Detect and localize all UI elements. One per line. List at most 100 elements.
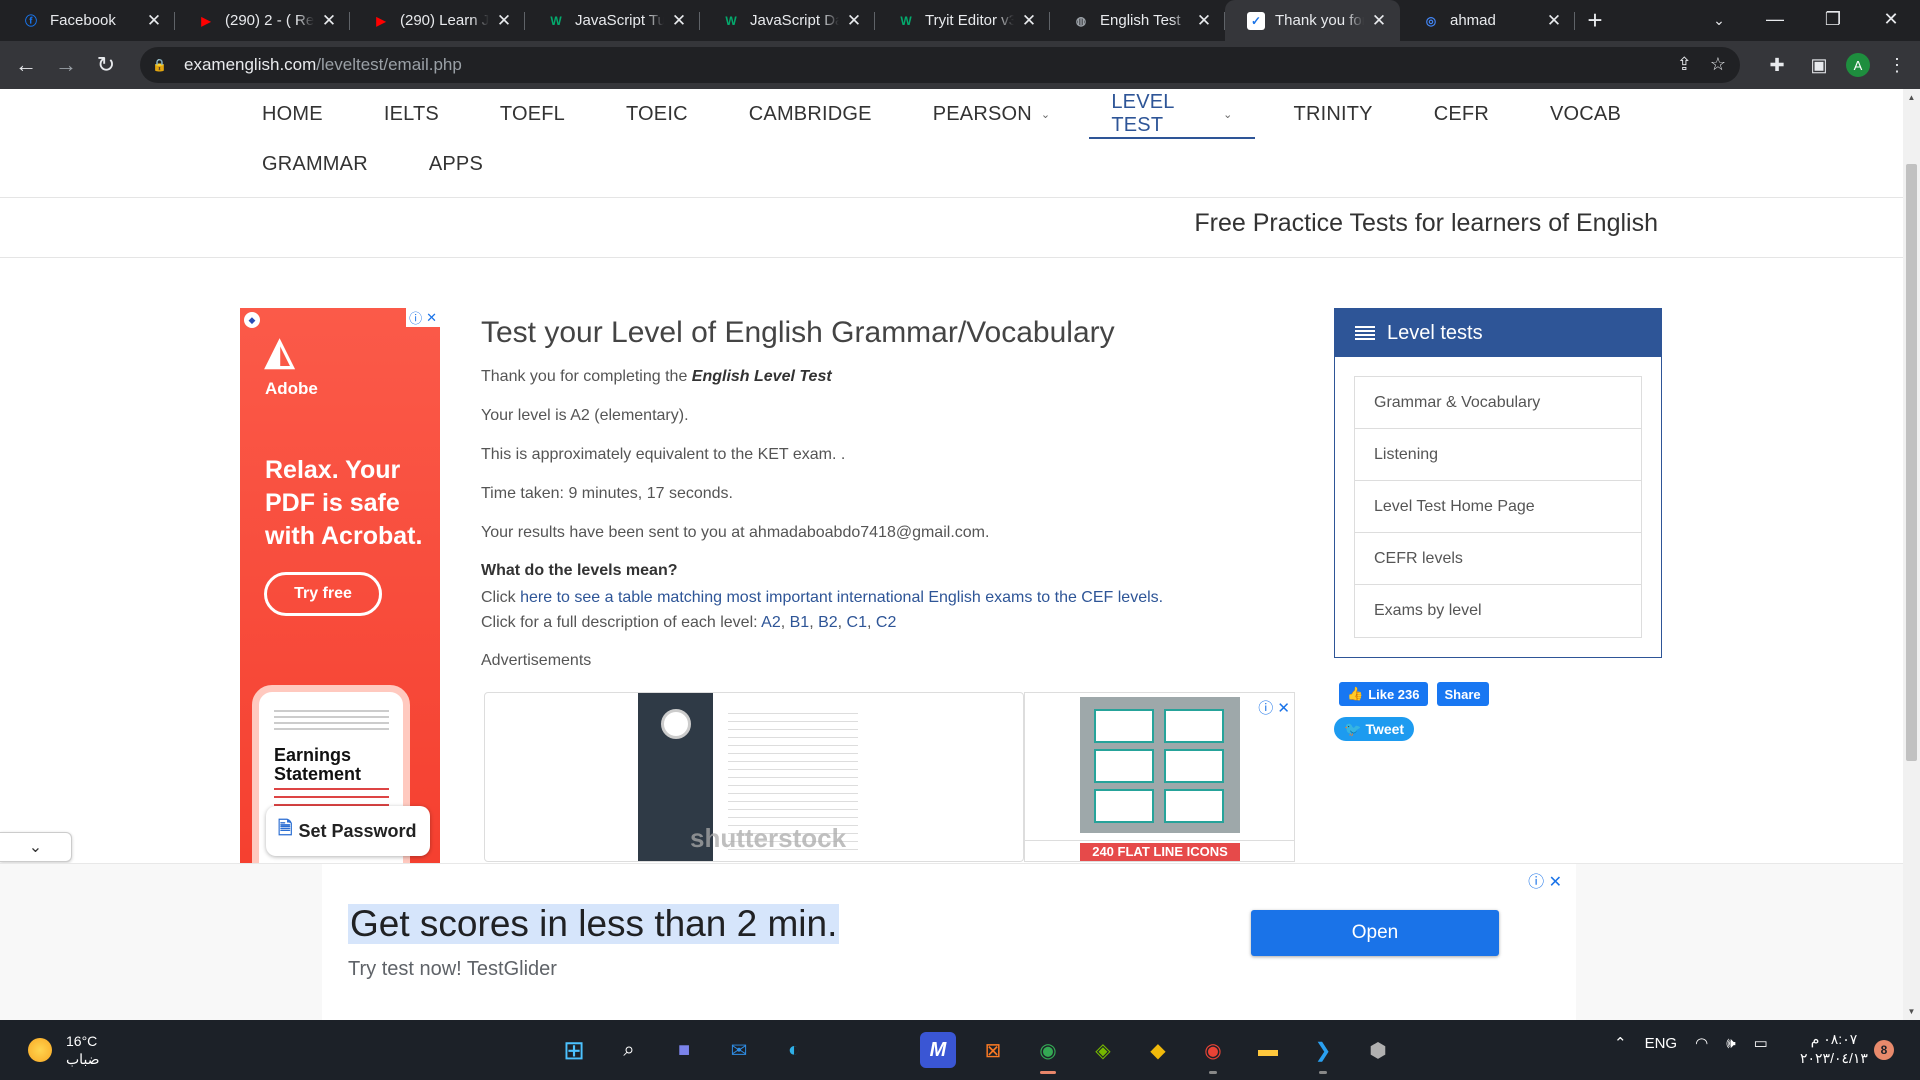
wifi-icon[interactable]: ◠ [1695, 1034, 1708, 1052]
browser-tab[interactable]: ◎ ahmad ✕ [1400, 0, 1575, 41]
scroll-down-icon[interactable]: ▼ [1903, 1003, 1920, 1020]
profile-avatar[interactable]: A [1846, 53, 1870, 77]
level-link-b2[interactable]: B2 [818, 614, 838, 631]
sidebar-item-listening[interactable]: Listening [1355, 429, 1641, 481]
cef-table-link[interactable]: here to see a table matching most import… [520, 589, 1163, 606]
ad-close-icon[interactable]: ✕ [1277, 700, 1290, 717]
sidebar-item-level-test-home-page[interactable]: Level Test Home Page [1355, 481, 1641, 533]
ad-close-icon[interactable]: ✕ [1549, 874, 1562, 891]
ad-choices[interactable]: ⓘ ✕ [406, 308, 440, 327]
back-icon[interactable]: ← [6, 45, 46, 85]
minimize-icon[interactable]: — [1746, 0, 1804, 38]
nav-cefr[interactable]: CEFR [1412, 89, 1511, 139]
level-link-c1[interactable]: C1 [847, 614, 867, 631]
close-tab-icon[interactable]: ✕ [145, 11, 163, 31]
try-free-button[interactable]: Try free [264, 572, 382, 616]
fb-share-button[interactable]: Share [1436, 682, 1489, 706]
ad-info-icon[interactable]: ⓘ [409, 308, 422, 327]
nav-grammar[interactable]: GRAMMAR [240, 139, 390, 189]
browser-tab[interactable]: ▶ (290) Learn Java ✕ [350, 0, 525, 41]
level-link-c2[interactable]: C2 [876, 614, 896, 631]
ad-info-icon[interactable]: ⓘ [1258, 700, 1273, 717]
notification-badge[interactable]: 8 [1874, 1040, 1894, 1060]
nav-home[interactable]: HOME [240, 89, 345, 139]
nav-pearson[interactable]: PEARSON ⌄ [911, 89, 1073, 139]
nvidia-icon[interactable]: ◈ [1085, 1032, 1121, 1068]
sidebar-item-cefr-levels[interactable]: CEFR levels [1355, 533, 1641, 585]
restore-icon[interactable]: ❐ [1804, 0, 1862, 38]
windows-start-icon[interactable]: ⊞ [556, 1032, 592, 1068]
bookmark-star-icon[interactable]: ☆ [1710, 54, 1726, 75]
scrollbar-thumb[interactable] [1906, 164, 1917, 761]
clock[interactable]: ٠٨:٠٧ م ٢٠٢٣/٠٤/١٣ [1800, 1030, 1868, 1068]
resume-template-ad[interactable]: shutterstock [484, 692, 1024, 862]
ad-choices[interactable]: ⓘ ✕ [1258, 697, 1290, 718]
weather-widget[interactable]: 16°C ضباب [28, 1032, 100, 1068]
scroll-up-icon[interactable]: ▲ [1903, 89, 1920, 106]
teams-chat-icon[interactable]: ■ [666, 1032, 702, 1068]
language-indicator[interactable]: ENG [1645, 1035, 1678, 1052]
nav-vocab[interactable]: VOCAB [1528, 89, 1643, 139]
mathway-icon[interactable]: M [920, 1032, 956, 1068]
close-tab-icon[interactable]: ✕ [845, 11, 863, 31]
tweet-button[interactable]: 🐦 Tweet [1334, 717, 1415, 741]
page-scrollbar[interactable]: ▲ ▼ [1903, 89, 1920, 1020]
sidebar-item-exams-by-level[interactable]: Exams by level [1355, 585, 1641, 637]
line-icons-ad[interactable]: ⓘ ✕ [1024, 692, 1295, 842]
close-tab-icon[interactable]: ✕ [1020, 11, 1038, 31]
chrome-profile-icon[interactable]: ◉ [1195, 1032, 1231, 1074]
fb-like-button[interactable]: 👍 Like 236 [1339, 682, 1428, 706]
browser-tab[interactable]: W Tryit Editor v3. ✕ [875, 0, 1050, 41]
nav-ielts[interactable]: IELTS [362, 89, 461, 139]
close-tab-icon[interactable]: ✕ [495, 11, 513, 31]
lock-icon[interactable]: 🔒 [152, 58, 170, 72]
new-tab-icon[interactable]: + [1575, 0, 1615, 41]
ad-close-icon[interactable]: ✕ [426, 310, 437, 326]
browser-tab[interactable]: ▶ (290) 2 - ( Real ✕ [175, 0, 350, 41]
binance-icon[interactable]: ◆ [1140, 1032, 1176, 1068]
extensions-icon[interactable]: ✚ [1762, 50, 1792, 80]
xampp-icon[interactable]: ⊠ [975, 1032, 1011, 1068]
vscode-icon[interactable]: ❯ [1305, 1032, 1341, 1074]
close-tab-icon[interactable]: ✕ [1545, 11, 1563, 31]
forward-icon[interactable]: → [46, 45, 86, 85]
level-link-b1[interactable]: B1 [790, 614, 810, 631]
share-icon[interactable]: ⇪ [1677, 54, 1692, 75]
unity-icon[interactable]: ⬢ [1360, 1032, 1396, 1068]
nav-apps[interactable]: APPS [407, 139, 505, 189]
mail-icon[interactable]: ✉ [721, 1032, 757, 1068]
browser-tab[interactable]: W JavaScript Data ✕ [700, 0, 875, 41]
side-panel-icon[interactable]: ▣ [1804, 50, 1834, 80]
adobe-ad[interactable]: ◆ ⓘ ✕ ◭ Adobe Relax. Your PDF is safe wit… [240, 308, 440, 948]
browser-tab[interactable]: ✓ Thank you for ✕ [1225, 0, 1400, 41]
tray-overflow-icon[interactable]: ⌃ [1614, 1034, 1627, 1052]
search-icon[interactable]: ⌕ [611, 1032, 647, 1068]
address-bar[interactable]: 🔒 examenglish.com/leveltest/email.php ⇪ … [140, 47, 1740, 83]
nav-level-test[interactable]: LEVEL TEST ⌄ [1089, 89, 1255, 139]
nav-toeic[interactable]: TOEIC [604, 89, 710, 139]
ad-choices[interactable]: ⓘ ✕ [1528, 868, 1562, 892]
nav-trinity[interactable]: TRINITY [1272, 89, 1395, 139]
sidebar-item-grammar-vocabulary[interactable]: Grammar & Vocabulary [1355, 377, 1641, 429]
volume-icon[interactable]: 🕪 [1726, 1035, 1735, 1052]
close-tab-icon[interactable]: ✕ [670, 11, 688, 31]
nav-cambridge[interactable]: CAMBRIDGE [727, 89, 894, 139]
nav-toefl[interactable]: TOEFL [478, 89, 587, 139]
ad-info-icon[interactable]: ⓘ [1528, 874, 1544, 891]
reload-icon[interactable]: ↻ [86, 45, 126, 85]
tab-search-icon[interactable]: ⌄ [1705, 6, 1733, 34]
edge-icon[interactable]: ◐ [776, 1032, 812, 1068]
file-explorer-icon[interactable]: ▬ [1250, 1032, 1286, 1068]
browser-tab[interactable]: ◍ English Test ✕ [1050, 0, 1225, 41]
menu-kebab-icon[interactable]: ⋮ [1882, 50, 1912, 80]
close-tab-icon[interactable]: ✕ [320, 11, 338, 31]
testglider-ad[interactable]: Get scores in less than 2 min. Try test … [322, 864, 1576, 1020]
line-icons-ad-footer[interactable]: 240 FLAT LINE ICONS [1024, 840, 1295, 862]
close-tab-icon[interactable]: ✕ [1370, 11, 1388, 31]
close-window-icon[interactable]: ✕ [1862, 0, 1920, 38]
browser-tab[interactable]: W JavaScript Tutorial ✕ [525, 0, 700, 41]
close-tab-icon[interactable]: ✕ [1195, 11, 1213, 31]
browser-tab[interactable]: ⓕ Facebook ✕ [0, 0, 175, 41]
chrome-icon[interactable]: ◉ [1030, 1032, 1066, 1074]
open-button[interactable]: Open [1251, 910, 1499, 956]
